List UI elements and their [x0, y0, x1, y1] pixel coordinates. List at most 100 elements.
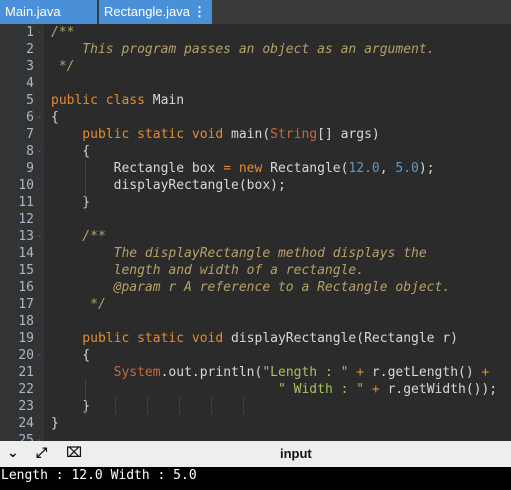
code-line: 21 System.out.println("Length : " + r.ge… [0, 364, 511, 381]
line-number: 5 [26, 93, 34, 108]
code-line: 14 The displayRectangle method displays … [0, 245, 511, 262]
expand-icon[interactable]: ⤢ [36, 445, 47, 461]
line-number: 6 [26, 110, 34, 125]
code-token: 5.0 [395, 161, 419, 176]
code-text: public class Main [51, 92, 184, 109]
code-line: 11 } [0, 194, 511, 211]
code-token: System [113, 365, 161, 380]
code-token: length and width of a rectangle. [51, 263, 365, 278]
code-token: /** [51, 25, 75, 40]
code-line: 9 Rectangle box = new Rectangle(12.0, 5.… [0, 160, 511, 177]
line-number: 22 [18, 382, 34, 397]
fold-toggle-icon[interactable]: - [36, 24, 42, 41]
code-token: public class [51, 93, 153, 108]
code-text: { [51, 143, 90, 160]
io-panel-header: ⌄ ⤢ ⌧ input [0, 441, 511, 467]
tab-main-java[interactable]: Main.java [0, 0, 97, 24]
code-text: public static void displayRectangle(Rect… [51, 330, 458, 347]
line-number: 14 [18, 246, 34, 261]
code-token: @param r A reference to a Rectangle obje… [51, 280, 451, 295]
clear-icon[interactable]: ⌧ [66, 445, 82, 461]
indent-guide [85, 380, 86, 414]
code-text: /** [51, 24, 74, 41]
code-line: 6-{ [0, 109, 511, 126]
code-line: 24} [0, 415, 511, 432]
line-number: 19 [18, 331, 34, 346]
line-number: 2 [26, 42, 34, 57]
code-line: 18 [0, 313, 511, 330]
indent-guide [147, 397, 148, 414]
editor-tab-bar: Main.java Rectangle.java ⋮ [0, 0, 511, 24]
code-token: Rectangle( [270, 161, 349, 176]
line-number: 1 [26, 25, 34, 40]
code-token: */ [51, 59, 75, 74]
code-line: 25- [0, 432, 511, 441]
line-number: 15 [18, 263, 34, 278]
code-line: 5 public class Main [0, 92, 511, 109]
code-line: 8- { [0, 143, 511, 160]
code-token: r.getLength() [371, 365, 482, 380]
code-token: { [51, 110, 59, 125]
code-line: 12 [0, 211, 511, 228]
code-token: */ [51, 297, 106, 312]
line-number: 20 [18, 348, 34, 363]
fold-toggle-icon[interactable]: - [36, 432, 42, 441]
code-text: This program passes an object as an argu… [51, 41, 434, 58]
line-number: 10 [18, 178, 34, 193]
code-token: [] args) [317, 127, 380, 142]
fold-toggle-icon[interactable]: - [36, 109, 42, 126]
line-number: 16 [18, 280, 34, 295]
tab-rectangle-java[interactable]: Rectangle.java ⋮ [99, 0, 212, 24]
code-token: + [481, 365, 490, 380]
line-number: 12 [18, 212, 34, 227]
indent-guide [85, 160, 86, 211]
code-token: Rectangle box [51, 161, 224, 176]
code-text: */ [51, 58, 75, 75]
code-token: public static void [51, 127, 232, 142]
code-text: " Width : " + r.getWidth()); [51, 381, 497, 398]
code-text: /** [51, 228, 106, 245]
tab-label: Main.java [5, 4, 61, 19]
code-token: /** [51, 229, 106, 244]
code-token: main( [231, 127, 271, 142]
code-token: " Width : " [277, 382, 365, 397]
code-text: { [51, 347, 90, 364]
code-text: displayRectangle(box); [51, 177, 286, 194]
fold-toggle-icon[interactable]: - [36, 347, 42, 364]
line-number: 8 [26, 144, 34, 159]
code-line: 2 This program passes an object as an ar… [0, 41, 511, 58]
code-token: displayRectangle(Rectangle r) [231, 331, 458, 346]
code-token: r.getWidth()); [387, 382, 498, 397]
code-line: 20- { [0, 347, 511, 364]
code-token: displayRectangle(box); [51, 178, 286, 193]
code-line: 4 [0, 75, 511, 92]
code-token: public static void [51, 331, 232, 346]
code-token: , [379, 161, 396, 176]
code-editor[interactable]: 1-/** 2 This program passes an object as … [0, 24, 511, 441]
fold-toggle-icon[interactable]: - [36, 143, 42, 160]
line-number: 18 [18, 314, 34, 329]
code-token: Main [152, 93, 185, 108]
code-line: 3 */ [0, 58, 511, 75]
line-number: 3 [26, 59, 34, 74]
io-panel-title: input [280, 446, 312, 461]
code-token: String [270, 127, 318, 142]
code-token: .out.println( [160, 365, 263, 380]
code-token: + [364, 382, 388, 397]
code-token: { [51, 348, 91, 363]
code-token: = new [223, 161, 271, 176]
code-text: Rectangle box = new Rectangle(12.0, 5.0)… [51, 160, 435, 177]
code-token: 12.0 [348, 161, 380, 176]
code-text: } [51, 415, 59, 432]
chevron-down-icon[interactable]: ⌄ [7, 445, 19, 461]
code-line: 10 displayRectangle(box); [0, 177, 511, 194]
code-line: 16 @param r A reference to a Rectangle o… [0, 279, 511, 296]
code-text: @param r A reference to a Rectangle obje… [51, 279, 451, 296]
code-token: ); [418, 161, 435, 176]
line-number: 17 [18, 297, 34, 312]
code-text: length and width of a rectangle. [51, 262, 364, 279]
tab-menu-icon[interactable]: ⋮ [193, 0, 206, 24]
fold-toggle-icon[interactable]: - [36, 228, 42, 245]
code-text: { [51, 109, 59, 126]
